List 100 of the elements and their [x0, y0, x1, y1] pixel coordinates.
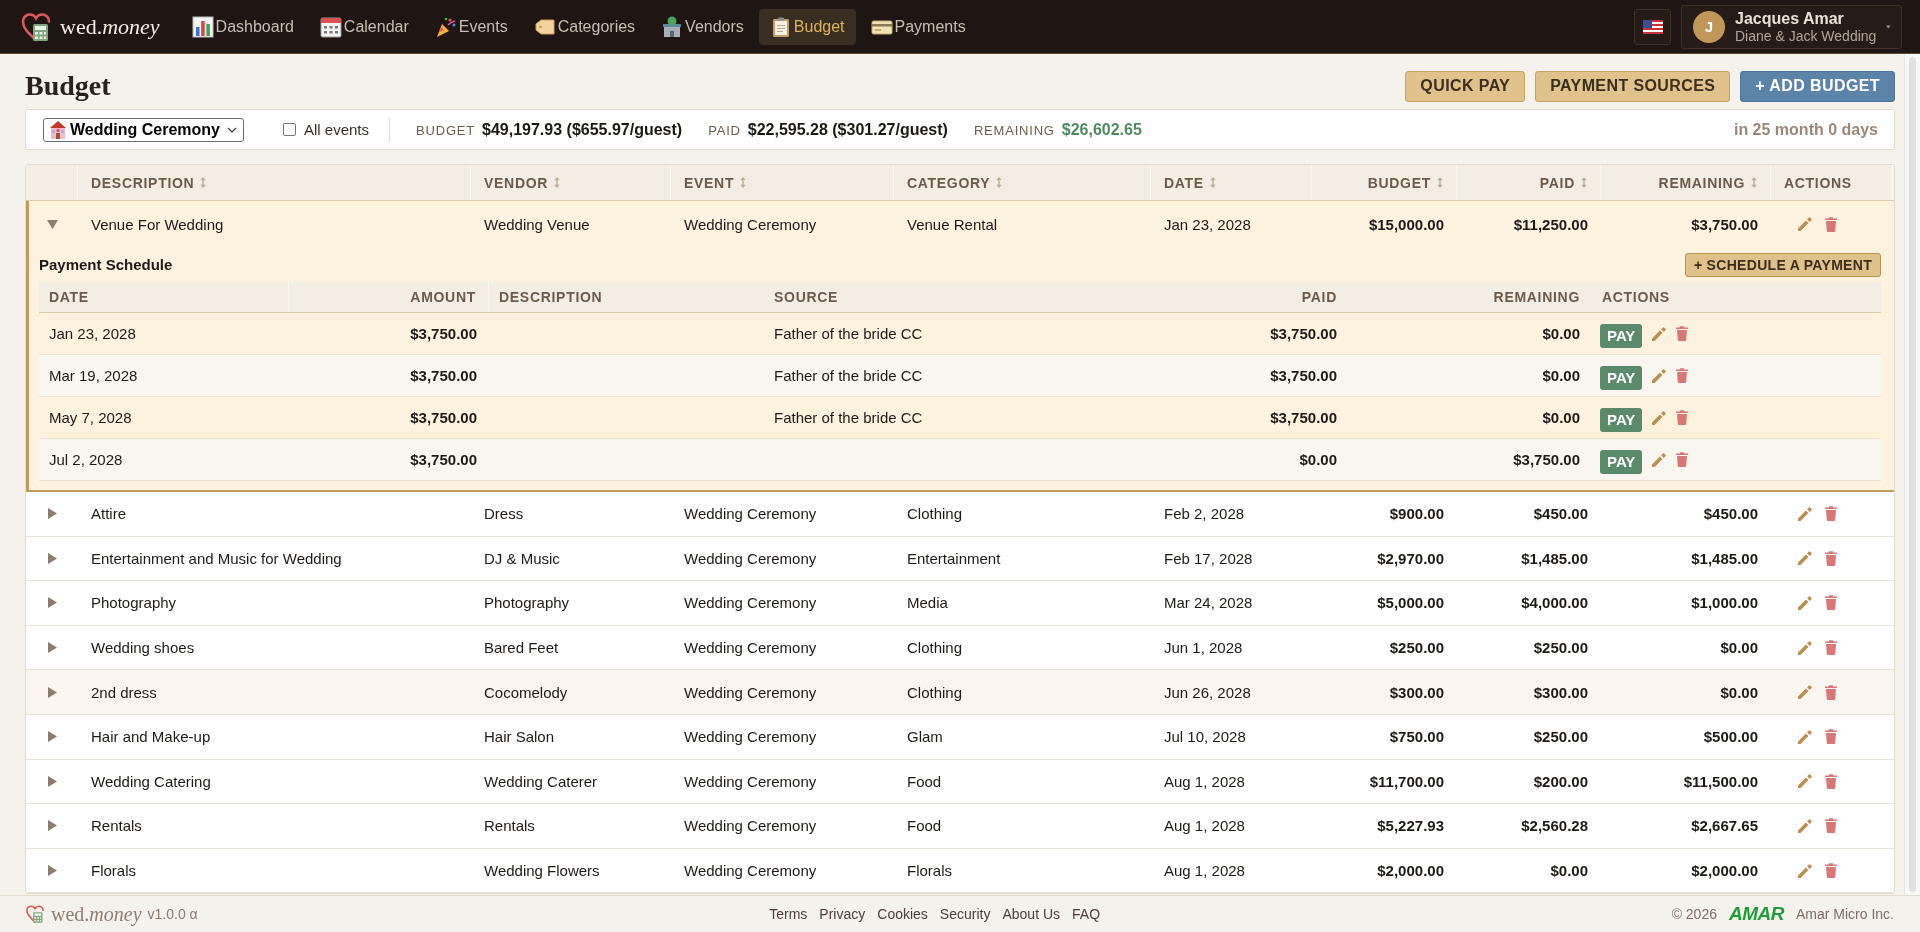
bar-chart-icon: [191, 15, 214, 38]
footer-link[interactable]: Security: [939, 906, 991, 922]
nav-item[interactable]: Budget: [758, 8, 856, 45]
pencil-icon[interactable]: [1797, 773, 1813, 790]
table-row[interactable]: Rentals Rentals Wedding Ceremony Food Aug 1, 2028 $5,227.93 $2,560.28 $2,667.65: [26, 804, 1894, 849]
pencil-icon[interactable]: [1797, 862, 1813, 879]
copyright-text: © 2026: [1671, 906, 1717, 922]
footer-link[interactable]: FAQ: [1072, 906, 1101, 922]
caret-right-icon[interactable]: [46, 508, 58, 520]
column-header[interactable]: REMAINING: [1601, 165, 1771, 200]
table-row[interactable]: 2nd dress Cocomelody Wedding Ceremony Clothing Jun 26, 2028 $300.00 $300.00 $0.00: [26, 670, 1894, 715]
trash-icon[interactable]: [1825, 729, 1837, 745]
action-button[interactable]: PAYMENT SOURCES: [1535, 70, 1731, 102]
nav-item[interactable]: Events: [423, 8, 519, 45]
trash-icon[interactable]: [1825, 550, 1837, 566]
table-cell-text: Jun 1, 2028: [1163, 639, 1244, 657]
pencil-icon[interactable]: [1651, 451, 1668, 468]
table-cell-text: Wedding Flowers: [483, 862, 601, 880]
pay-button[interactable]: PAY: [1600, 407, 1643, 432]
nav-item[interactable]: Calendar: [308, 8, 420, 45]
pay-button[interactable]: PAY: [1600, 365, 1643, 390]
sort-icon: [1581, 177, 1587, 188]
pencil-icon[interactable]: [1797, 595, 1813, 611]
schedule-payment-button[interactable]: + SCHEDULE A PAYMENT: [1684, 252, 1881, 277]
caret-right-icon[interactable]: [46, 820, 58, 832]
caret-right-icon[interactable]: [46, 552, 58, 564]
table-row[interactable]: Photography Photography Wedding Ceremony Media Mar 24, 2028 $5,000.00 $4,000.00 $1,000.00: [26, 581, 1894, 626]
pencil-icon[interactable]: [1797, 216, 1813, 232]
table-cell-text: Florals: [906, 862, 953, 880]
nav-item[interactable]: Categories: [522, 8, 647, 45]
scrollbar[interactable]: [1904, 54, 1920, 895]
table-row[interactable]: Venue For Wedding Wedding Venue Wedding Ceremony Venue Rental Jan 23, 2028 $15,000.00 $11,250.00 $3,750.00: [26, 201, 1894, 247]
footer-link[interactable]: Cookies: [877, 906, 928, 922]
nav-item[interactable]: Dashboard: [180, 8, 305, 45]
table-row[interactable]: Entertainment and Music for Wedding DJ & Music Wedding Ceremony Entertainment Feb 17, 2028 $2,970.00 $1,485.00 $1,485.00: [26, 536, 1894, 582]
caret-right-icon[interactable]: [46, 597, 58, 609]
nav-item[interactable]: Payments: [859, 8, 977, 45]
pencil-icon[interactable]: [1797, 817, 1813, 834]
pencil-icon[interactable]: [1651, 325, 1668, 342]
pay-button[interactable]: PAY: [1600, 323, 1643, 348]
nav-item[interactable]: Vendors: [650, 8, 755, 45]
column-header[interactable]: PAID: [1457, 165, 1601, 200]
trash-icon[interactable]: [1676, 452, 1689, 467]
caret-right-icon[interactable]: [46, 865, 58, 877]
caret-right-icon[interactable]: [46, 642, 58, 654]
trash-icon[interactable]: [1676, 368, 1689, 383]
caret-right-icon[interactable]: [46, 775, 58, 787]
footer-link[interactable]: About Us: [1002, 906, 1061, 922]
sort-icon: [740, 177, 747, 188]
trash-icon[interactable]: [1825, 506, 1837, 522]
table-row[interactable]: Wedding Catering Wedding Caterer Wedding Ceremony Food Aug 1, 2028 $11,700.00 $200.00 $11,500.00: [26, 759, 1894, 805]
pencil-icon[interactable]: [1651, 409, 1668, 426]
trash-icon[interactable]: [1825, 216, 1837, 232]
user-menu-button[interactable]: J Jacques Amar Diane & Jack Wedding: [1681, 4, 1902, 49]
pencil-icon[interactable]: [1797, 684, 1813, 701]
caret-right-icon[interactable]: [46, 731, 58, 743]
caret-down-icon[interactable]: [46, 218, 58, 230]
language-button[interactable]: [1634, 8, 1671, 45]
trash-icon[interactable]: [1825, 684, 1837, 700]
table-cell-text: May 7, 2028: [48, 409, 133, 426]
add-button[interactable]: + ADD BUDGET: [1740, 70, 1895, 102]
table-row[interactable]: Florals Wedding Flowers Wedding Ceremony Florals Aug 1, 2028 $2,000.00 $0.00 $2,000.00: [26, 848, 1894, 894]
column-header[interactable]: CATEGORY: [894, 165, 1151, 200]
pencil-icon[interactable]: [1797, 505, 1813, 522]
column-header[interactable]: BUDGET: [1312, 165, 1457, 200]
stat-label: PAID: [708, 122, 741, 138]
table-cell-text: $2,667.65: [1690, 817, 1759, 835]
pay-button[interactable]: PAY: [1600, 449, 1643, 474]
trash-icon[interactable]: [1825, 640, 1837, 656]
pencil-icon[interactable]: [1651, 367, 1668, 384]
trash-icon[interactable]: [1825, 595, 1837, 611]
trash-icon[interactable]: [1676, 326, 1689, 341]
trash-icon[interactable]: [1676, 410, 1689, 425]
checkbox[interactable]: [283, 123, 296, 136]
column-header[interactable]: DESCRIPTION: [78, 165, 471, 200]
table-row[interactable]: Hair and Make-up Hair Salon Wedding Ceremony Glam Jul 10, 2028 $750.00 $250.00 $500.00: [26, 714, 1894, 760]
trash-icon[interactable]: [1825, 863, 1837, 879]
caret-right-icon[interactable]: [46, 686, 58, 698]
table-row[interactable]: Attire Dress Wedding Ceremony Clothing Feb 2, 2028 $900.00 $450.00 $450.00: [26, 492, 1894, 537]
trash-icon[interactable]: [1825, 818, 1837, 834]
action-button[interactable]: QUICK PAY: [1405, 70, 1526, 102]
table-cell-text: Entertainment: [906, 549, 1002, 567]
column-header: DESCRIPTION: [498, 288, 604, 307]
column-header: ACTIONS: [1771, 165, 1893, 200]
column-header[interactable]: EVENT: [671, 165, 894, 200]
column-header[interactable]: VENDOR: [471, 165, 671, 200]
event-select[interactable]: Wedding Ceremony: [43, 117, 244, 142]
table-cell-text: Jul 10, 2028: [1163, 728, 1247, 746]
pencil-icon[interactable]: [1797, 728, 1813, 745]
checkbox-label[interactable]: All events: [304, 121, 370, 138]
chapel-icon: [48, 119, 68, 140]
column-header[interactable]: DATE: [1151, 165, 1312, 200]
footer-link[interactable]: Privacy: [819, 906, 866, 922]
pencil-icon[interactable]: [1797, 550, 1813, 567]
brand-name[interactable]: wed.money: [60, 13, 160, 40]
footer-link[interactable]: Terms: [769, 906, 808, 922]
trash-icon[interactable]: [1825, 773, 1837, 789]
column-header: SOURCE: [773, 288, 840, 307]
table-cell-text: $1,485.00: [1520, 549, 1589, 567]
pencil-icon[interactable]: [1797, 639, 1813, 656]
